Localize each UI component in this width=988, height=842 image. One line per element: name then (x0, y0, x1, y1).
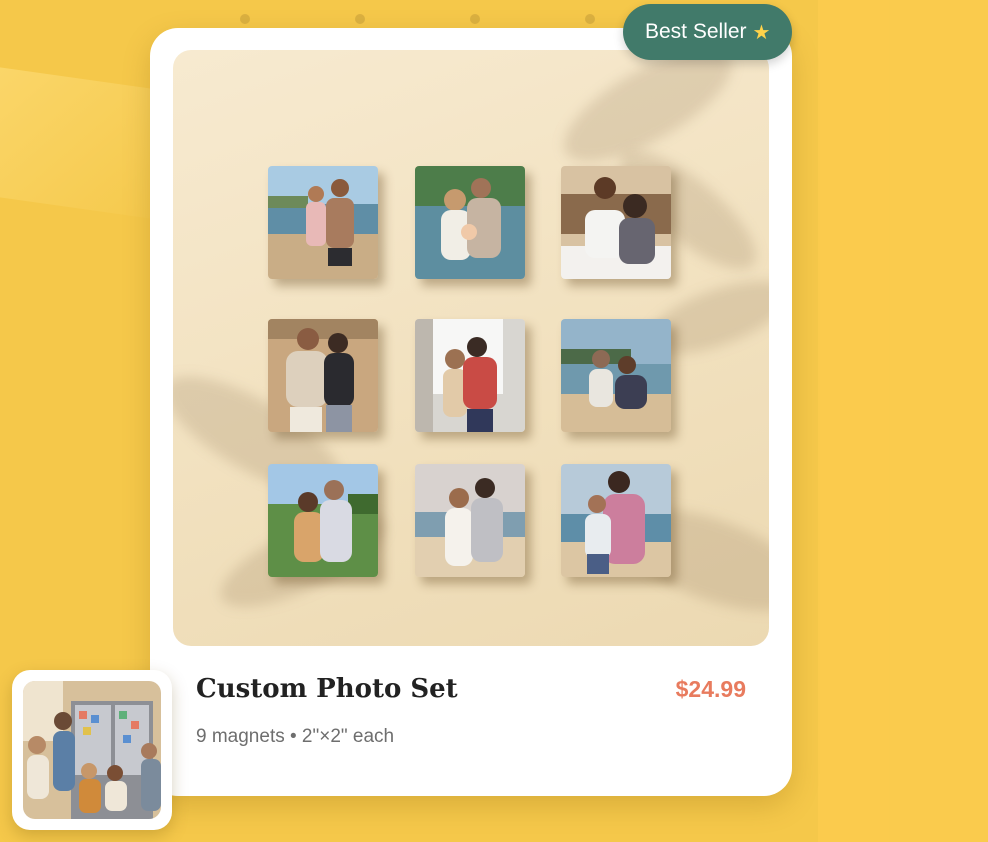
product-price: $24.99 (675, 676, 746, 702)
thumbnail-card[interactable] (12, 670, 172, 830)
product-card[interactable]: Custom Photo Set $24.99 9 magnets • 2"×2… (150, 28, 792, 796)
product-photo (173, 50, 769, 646)
magnet-photo (268, 166, 378, 279)
magnet-photo (561, 464, 671, 577)
product-subtitle: 9 magnets • 2"×2" each (196, 726, 395, 747)
magnet-photo (561, 319, 671, 432)
carousel-dot[interactable] (355, 14, 365, 24)
carousel-dot[interactable] (240, 14, 250, 24)
background-band (818, 0, 988, 842)
magnet-photo (415, 464, 525, 577)
magnet-photo (415, 166, 525, 279)
carousel-dots (240, 14, 620, 26)
magnet-photo (268, 319, 378, 432)
best-seller-badge: Best Seller ★ (623, 4, 793, 60)
carousel-dot[interactable] (585, 14, 595, 24)
magnet-photo (415, 319, 525, 432)
magnet-photo (561, 166, 671, 279)
product-title: Custom Photo Set (196, 674, 458, 704)
thumbnail-image (23, 681, 161, 819)
magnet-photo (268, 464, 378, 577)
badge-label: Best Seller (645, 20, 747, 43)
star-icon: ★ (752, 21, 771, 44)
carousel-dot[interactable] (470, 14, 480, 24)
